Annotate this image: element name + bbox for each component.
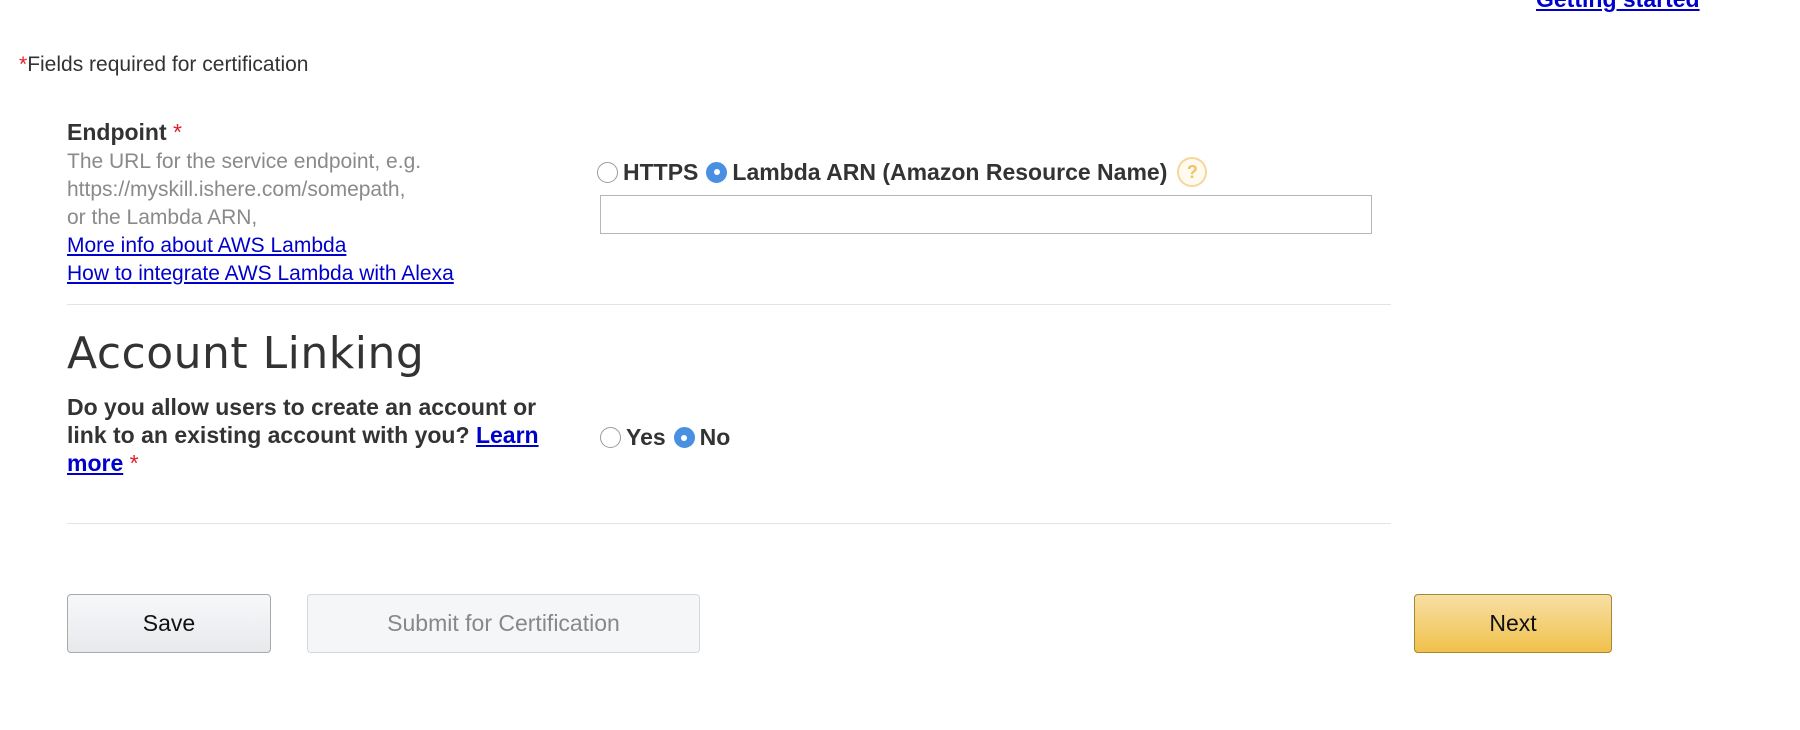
required-star: * xyxy=(129,450,139,476)
yes-radio-label[interactable]: Yes xyxy=(626,424,666,451)
endpoint-help-line: https://myskill.ishere.com/somepath, xyxy=(67,178,406,201)
required-note-text: Fields required for certification xyxy=(27,53,309,76)
endpoint-help-text: The URL for the service endpoint, e.g. h… xyxy=(67,148,527,288)
lambda-arn-radio[interactable] xyxy=(706,161,728,183)
account-linking-question: Do you allow users to create an account … xyxy=(67,393,567,477)
endpoint-label: Endpoint * xyxy=(67,119,182,146)
required-star: * xyxy=(173,119,182,145)
section-divider xyxy=(67,304,1391,305)
endpoint-help-line: The URL for the service endpoint, e.g. xyxy=(67,150,422,173)
aws-lambda-info-link[interactable]: More info about AWS Lambda xyxy=(67,234,346,257)
account-linking-heading: Account Linking xyxy=(67,328,425,379)
https-radio-label[interactable]: HTTPS xyxy=(623,159,698,186)
no-radio[interactable] xyxy=(673,427,695,448)
save-button[interactable]: Save xyxy=(67,594,271,653)
endpoint-help-line: or the Lambda ARN, xyxy=(67,206,258,229)
question-mark-icon[interactable]: ? xyxy=(1177,157,1208,187)
endpoint-label-text: Endpoint xyxy=(67,119,167,145)
lambda-arn-radio-label[interactable]: Lambda ARN (Amazon Resource Name) xyxy=(732,159,1167,186)
next-button[interactable]: Next xyxy=(1414,594,1612,653)
section-divider xyxy=(67,523,1391,524)
endpoint-type-radio-group: HTTPS Lambda ARN (Amazon Resource Name) … xyxy=(597,157,1208,187)
lambda-alexa-integration-link[interactable]: How to integrate AWS Lambda with Alexa xyxy=(67,262,454,285)
yes-radio[interactable] xyxy=(600,427,621,448)
getting-started-link[interactable]: Getting started xyxy=(1536,0,1700,13)
required-fields-note: *Fields required for certification xyxy=(19,53,308,77)
submit-for-certification-button[interactable]: Submit for Certification xyxy=(307,594,700,653)
https-radio[interactable] xyxy=(597,161,618,183)
skill-configuration-page: Getting started *Fields required for cer… xyxy=(0,0,1800,730)
required-star: * xyxy=(19,53,28,76)
no-radio-label[interactable]: No xyxy=(700,424,731,451)
account-linking-radio-group: Yes No xyxy=(600,424,738,451)
lambda-arn-input[interactable] xyxy=(600,195,1372,234)
account-linking-question-text: Do you allow users to create an account … xyxy=(67,394,537,448)
